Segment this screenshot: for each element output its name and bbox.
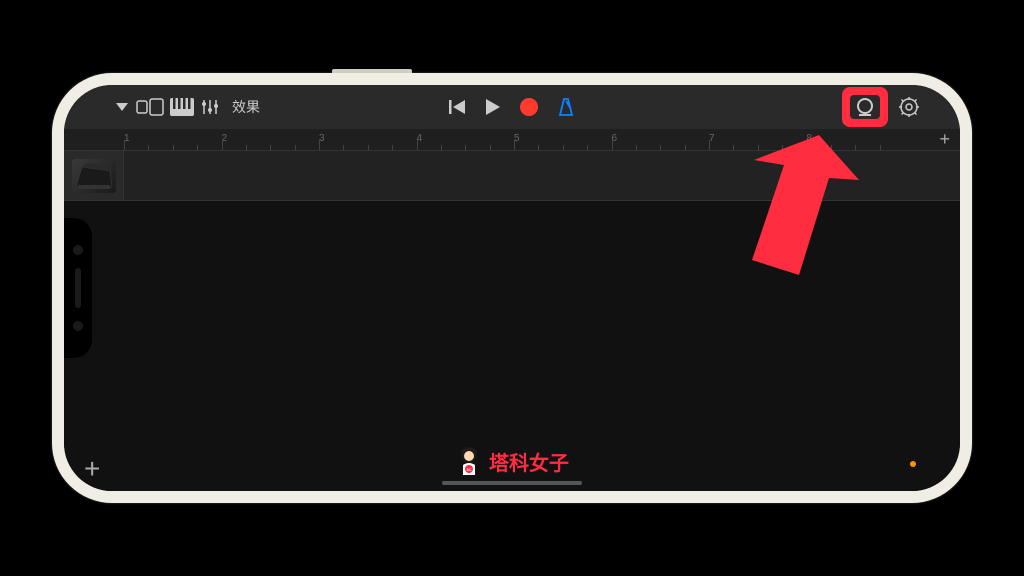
content-area: 12345678 + + 3C 塔科女子: [64, 129, 960, 491]
track-header[interactable]: [64, 151, 124, 201]
add-track-button[interactable]: +: [84, 453, 100, 485]
transport-controls: [449, 97, 575, 117]
phone-frame: 效果: [52, 73, 972, 503]
record-button[interactable]: [519, 97, 539, 117]
instrument-button[interactable]: [170, 98, 194, 116]
phone-power-button: [332, 69, 412, 73]
status-indicator-dot: [910, 461, 916, 467]
fx-button[interactable]: 效果: [232, 97, 260, 117]
timeline-ruler[interactable]: 12345678 +: [64, 129, 960, 151]
phone-notch: [64, 218, 92, 358]
track-lane[interactable]: [124, 151, 960, 201]
loop-button-highlight: [842, 87, 888, 127]
loop-button[interactable]: [850, 95, 880, 119]
toolbar-right-group: [842, 87, 920, 127]
svg-text:3C: 3C: [466, 467, 471, 472]
watermark-text: 塔科女子: [489, 447, 569, 476]
play-button[interactable]: [485, 98, 501, 116]
view-mode-button[interactable]: [136, 98, 164, 116]
dropdown-button[interactable]: [114, 101, 130, 113]
rewind-button[interactable]: [449, 99, 467, 115]
metronome-button[interactable]: [557, 97, 575, 117]
mixer-button[interactable]: [200, 98, 220, 116]
phone-screen: 效果: [64, 85, 960, 491]
watermark: 3C 塔科女子: [455, 445, 569, 477]
toolbar-left-group: 效果: [114, 97, 260, 117]
watermark-avatar-icon: 3C: [455, 445, 483, 477]
add-section-button[interactable]: +: [939, 129, 950, 150]
app-toolbar: 效果: [64, 85, 960, 129]
empty-tracks-area[interactable]: + 3C 塔科女子: [64, 201, 960, 491]
settings-button[interactable]: [898, 96, 920, 118]
piano-icon: [72, 159, 116, 193]
home-indicator[interactable]: [442, 481, 582, 485]
track-row: [64, 151, 960, 201]
